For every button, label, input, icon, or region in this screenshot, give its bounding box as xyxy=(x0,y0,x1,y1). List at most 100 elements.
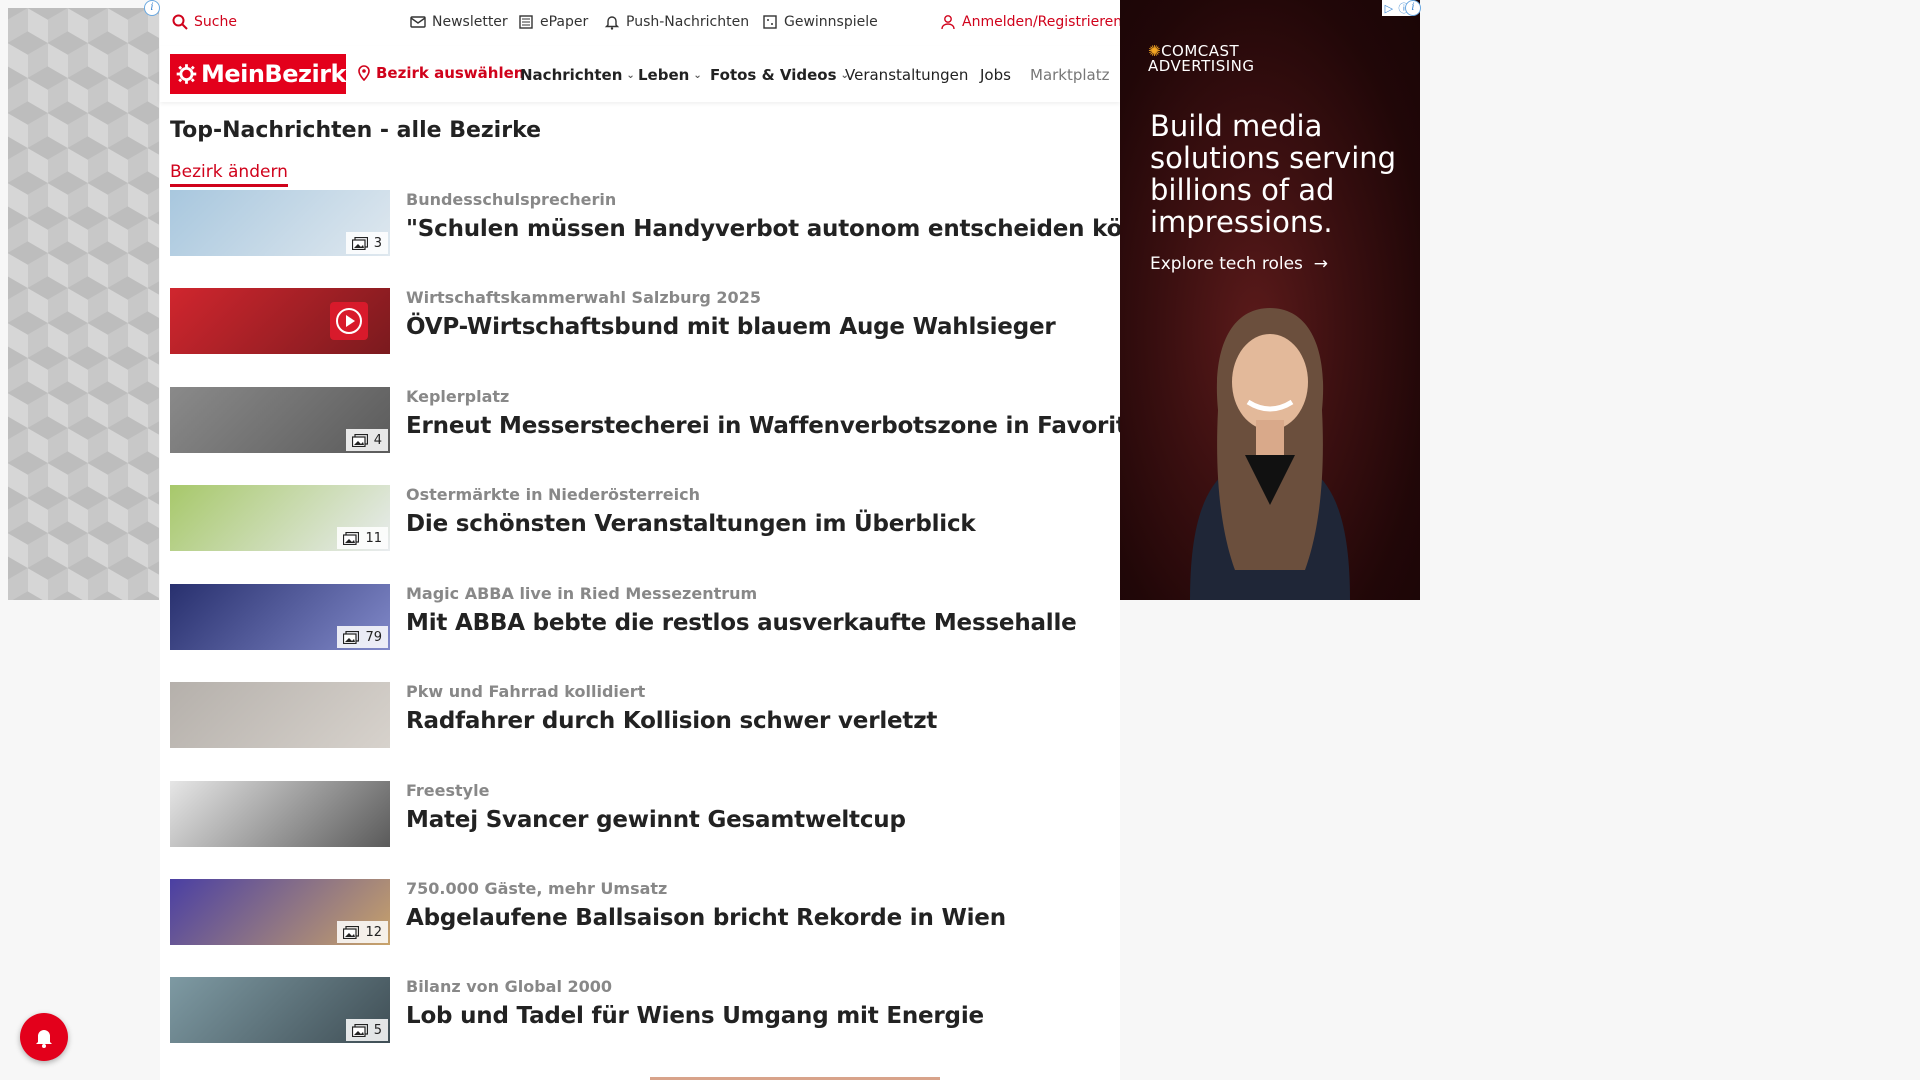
article-kicker: Bilanz von Global 2000 xyxy=(406,977,613,996)
mail-icon xyxy=(410,16,426,28)
article-thumbnail[interactable] xyxy=(170,288,390,354)
gallery-count: 12 xyxy=(365,924,382,940)
article-item[interactable]: Freestyle Matej Svancer gewinnt Gesamtwel… xyxy=(170,781,1110,849)
bell-icon xyxy=(604,16,620,30)
push-label: Push-Nachrichten xyxy=(626,14,750,30)
article-item[interactable]: 5 Bilanz von Global 2000 Lob und Tadel für… xyxy=(170,977,1110,1045)
main-column: Suche Newsletter ePaper Push-Nachrichten… xyxy=(160,0,1198,1080)
search-label: Suche xyxy=(194,14,237,30)
article-kicker: Bundesschulsprecherin xyxy=(406,190,617,209)
article-item[interactable]: Wirtschaftskammerwahl Salzburg 2025 ÖVP-W… xyxy=(170,288,1110,356)
ad-headline: Build media solutions serving billions o… xyxy=(1150,109,1397,239)
gallery-count-badge: 79 xyxy=(337,626,388,648)
article-thumbnail[interactable]: 4 xyxy=(170,387,390,453)
article-kicker: 750.000 Gäste, mehr Umsatz xyxy=(406,879,668,898)
gallery-count-badge: 11 xyxy=(337,527,388,549)
article-headline[interactable]: "Schulen müssen Handyverbot autonom ents… xyxy=(406,216,1198,242)
nav-marktplatz-label: Marktplatz xyxy=(1030,66,1110,84)
chevron-down-icon: ⌄ xyxy=(693,69,702,81)
play-video-icon[interactable] xyxy=(330,302,368,340)
article-kicker: Freestyle xyxy=(406,781,490,800)
article-kicker: Wirtschaftskammerwahl Salzburg 2025 xyxy=(406,288,761,307)
gallery-count-badge: 12 xyxy=(337,921,388,943)
ad-info-icon[interactable]: i xyxy=(144,0,160,16)
article-thumbnail[interactable]: 79 xyxy=(170,584,390,650)
article-thumbnail[interactable]: 11 xyxy=(170,485,390,551)
article-headline[interactable]: Die schönsten Veranstaltungen im Überbli… xyxy=(406,511,976,537)
login-link[interactable]: Anmelden/Registrieren xyxy=(940,14,1122,30)
push-notifications-link[interactable]: Push-Nachrichten xyxy=(604,14,749,30)
right-ad-banner[interactable]: ▷ ⓘ ✺COMCAST ADVERTISING Build media solu… xyxy=(1120,0,1420,600)
bell-icon xyxy=(36,1030,52,1048)
article-headline[interactable]: ÖVP-Wirtschaftsbund mit blauem Auge Wahl… xyxy=(406,314,1056,340)
district-selector-label: Bezirk auswählen xyxy=(376,64,525,82)
nav-veranstaltungen[interactable]: Veranstaltungen xyxy=(845,66,968,84)
nav-leben[interactable]: Leben ⌄ xyxy=(638,66,702,84)
article-item[interactable]: 4 Keplerplatz Erneut Messerstecherei in Wa… xyxy=(170,387,1158,455)
gallery-count-badge: 4 xyxy=(345,429,388,451)
article-item[interactable]: 11 Ostermärkte in Niederösterreich Die sch… xyxy=(170,485,1110,553)
nav-nachrichten[interactable]: Nachrichten ⌄ xyxy=(520,66,635,84)
nav-fotos-videos[interactable]: Fotos & Videos ⌄ xyxy=(710,66,849,84)
article-headline[interactable]: Matej Svancer gewinnt Gesamtweltcup xyxy=(406,807,906,833)
ad-info-icon[interactable]: i xyxy=(1405,0,1421,16)
article-kicker: Ostermärkte in Niederösterreich xyxy=(406,485,700,504)
article-headline[interactable]: Abgelaufene Ballsaison bricht Rekorde in… xyxy=(406,905,1006,931)
gallery-count: 5 xyxy=(373,1022,382,1038)
notification-bell-button[interactable] xyxy=(20,1013,68,1061)
location-pin-icon xyxy=(358,65,370,81)
ad-portrait-image xyxy=(1190,308,1350,600)
user-icon xyxy=(941,15,955,30)
top-utility-bar: Suche Newsletter ePaper Push-Nachrichten… xyxy=(160,0,1122,46)
article-headline[interactable]: Radfahrer durch Kollision schwer verletz… xyxy=(406,708,937,734)
article-kicker: Keplerplatz xyxy=(406,387,510,406)
ad-brand: ✺COMCAST ADVERTISING xyxy=(1148,44,1255,74)
nav-leben-label: Leben xyxy=(638,66,690,84)
nav-jobs[interactable]: Jobs xyxy=(980,66,1011,84)
article-item[interactable]: 3 Bundesschulsprecherin "Schulen müssen Ha… xyxy=(170,190,1198,258)
logo-text: MeinBezirk xyxy=(200,60,347,88)
gallery-count: 11 xyxy=(365,530,382,546)
gallery-icon xyxy=(343,925,360,939)
article-item[interactable]: Pkw und Fahrrad kollidiert Radfahrer durc… xyxy=(170,682,1110,750)
gallery-count: 3 xyxy=(373,235,382,251)
nav-jobs-label: Jobs xyxy=(980,66,1011,84)
article-thumbnail[interactable]: 5 xyxy=(170,977,390,1043)
nav-marktplatz[interactable]: Marktplatz xyxy=(1030,66,1110,84)
article-headline[interactable]: Lob und Tadel für Wiens Umgang mit Energ… xyxy=(406,1003,984,1029)
left-ad-banner[interactable] xyxy=(8,8,159,600)
article-item[interactable]: 79 Magic ABBA live in Ried Messezentrum Mi… xyxy=(170,584,1110,652)
arrow-right-icon: → xyxy=(1308,254,1328,274)
article-kicker: Pkw und Fahrrad kollidiert xyxy=(406,682,646,701)
search-link[interactable]: Suche xyxy=(172,14,237,30)
epaper-link[interactable]: ePaper xyxy=(518,14,588,30)
article-thumbnail[interactable] xyxy=(170,682,390,748)
login-label: Anmelden/Registrieren xyxy=(962,14,1123,30)
ad-brand-line2: ADVERTISING xyxy=(1148,57,1255,75)
article-item[interactable]: 12 750.000 Gäste, mehr Umsatz Abgelaufene … xyxy=(170,879,1110,947)
article-thumbnail[interactable] xyxy=(170,781,390,847)
gallery-icon xyxy=(351,433,368,447)
newsletter-link[interactable]: Newsletter xyxy=(410,14,508,30)
article-thumbnail[interactable]: 12 xyxy=(170,879,390,945)
contests-link[interactable]: Gewinnspiele xyxy=(762,14,878,30)
article-headline[interactable]: Erneut Messerstecherei in Waffenverbotsz… xyxy=(406,413,1158,439)
newspaper-icon xyxy=(519,15,533,29)
gallery-icon xyxy=(351,1023,368,1037)
chevron-down-icon: ⌄ xyxy=(626,69,635,81)
nav-nachrichten-label: Nachrichten xyxy=(520,66,623,84)
search-icon xyxy=(172,14,188,30)
article-thumbnail[interactable]: 3 xyxy=(170,190,390,256)
gallery-count: 79 xyxy=(365,629,382,645)
gift-icon xyxy=(763,15,777,29)
article-headline[interactable]: Mit ABBA bebte die restlos ausverkaufte … xyxy=(406,610,1077,636)
ad-cta-link[interactable]: Explore tech roles → xyxy=(1150,254,1328,274)
gallery-count-badge: 5 xyxy=(345,1019,388,1041)
newsletter-label: Newsletter xyxy=(432,14,508,30)
main-navigation: MeinBezirk Bezirk auswählen Nachrichten ⌄… xyxy=(160,46,1120,102)
gallery-icon xyxy=(343,630,360,644)
change-district-link[interactable]: Bezirk ändern xyxy=(170,162,288,187)
site-logo[interactable]: MeinBezirk xyxy=(170,54,347,94)
epaper-label: ePaper xyxy=(540,14,589,30)
district-selector[interactable]: Bezirk auswählen xyxy=(356,64,524,82)
